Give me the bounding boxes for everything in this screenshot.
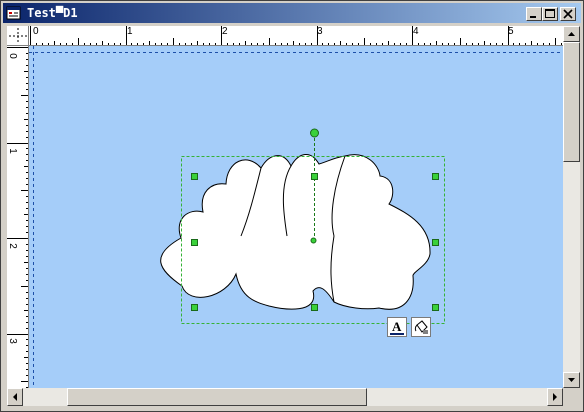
- center-handle[interactable]: [310, 237, 317, 244]
- ruler-label: 5: [508, 26, 514, 37]
- resize-handle-sw[interactable]: [191, 304, 198, 311]
- text-format-button[interactable]: A: [387, 317, 407, 337]
- ruler-label: 2: [7, 243, 18, 249]
- canvas-layer: [29, 46, 563, 388]
- vertical-ruler[interactable]: 0 1 2 3: [7, 46, 29, 388]
- close-icon: [563, 9, 573, 19]
- document-app-icon[interactable]: [6, 5, 22, 21]
- ruler-origin-corner[interactable]: [7, 26, 29, 46]
- scroll-left-button[interactable]: [7, 388, 23, 406]
- drawing-canvas[interactable]: A: [29, 46, 563, 388]
- arrow-left-icon: [13, 393, 17, 401]
- arrow-down-icon: [568, 378, 575, 382]
- document-window: Test▀D1 0 1 2 3 4 5 0 1 2 3 A: [0, 0, 584, 412]
- close-button[interactable]: [560, 7, 576, 21]
- resize-handle-ne[interactable]: [432, 173, 439, 180]
- vertical-scrollbar[interactable]: [563, 26, 580, 388]
- arrow-right-icon: [553, 393, 557, 401]
- ruler-label: 1: [127, 26, 133, 37]
- window-title: Test▀D1: [27, 6, 78, 20]
- horizontal-ruler-ticks: [30, 26, 562, 45]
- vertical-scroll-thumb[interactable]: [563, 42, 580, 162]
- resize-handle-se[interactable]: [432, 304, 439, 311]
- svg-text:A: A: [392, 319, 402, 334]
- resize-handle-nw[interactable]: [191, 173, 198, 180]
- vertical-ruler-ticks: [7, 47, 28, 388]
- resize-handle-s[interactable]: [311, 304, 318, 311]
- scroll-up-button[interactable]: [563, 26, 580, 42]
- horizontal-scrollbar[interactable]: [7, 388, 563, 406]
- crosshair-icon: [9, 28, 27, 44]
- ruler-label: 3: [317, 26, 323, 37]
- title-bar[interactable]: Test▀D1: [3, 3, 581, 23]
- scroll-down-button[interactable]: [563, 372, 580, 388]
- minimize-icon: [530, 16, 536, 18]
- ruler-label: 4: [413, 26, 419, 37]
- paint-bucket-icon: [414, 320, 428, 334]
- ruler-label: 0: [7, 53, 18, 59]
- cloud-shape[interactable]: [160, 154, 431, 310]
- minimize-button[interactable]: [526, 7, 542, 21]
- ruler-label: 1: [7, 148, 18, 154]
- text-format-icon: A: [390, 319, 404, 335]
- resize-handle-n[interactable]: [311, 173, 318, 180]
- arrow-up-icon: [568, 32, 575, 36]
- maximize-icon: [545, 9, 555, 18]
- rotation-handle[interactable]: [310, 128, 319, 138]
- horizontal-scroll-thumb[interactable]: [67, 388, 367, 406]
- resize-handle-e[interactable]: [432, 239, 439, 246]
- ruler-label: 2: [222, 26, 228, 37]
- ruler-label: 3: [7, 338, 18, 344]
- ruler-label: 0: [33, 26, 39, 37]
- fill-color-button[interactable]: [411, 317, 431, 337]
- scroll-right-button[interactable]: [547, 388, 563, 406]
- size-grip[interactable]: [563, 388, 580, 406]
- resize-handle-w[interactable]: [191, 239, 198, 246]
- horizontal-ruler[interactable]: 0 1 2 3 4 5: [29, 26, 563, 46]
- maximize-button[interactable]: [542, 7, 558, 21]
